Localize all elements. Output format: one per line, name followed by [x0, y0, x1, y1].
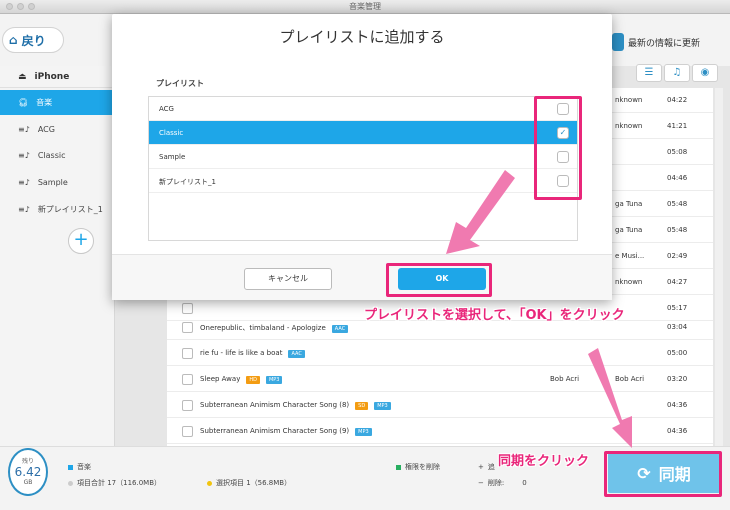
annotation-arrows	[446, 170, 632, 448]
arrow-to-ok	[446, 170, 515, 254]
arrow-to-sync	[588, 348, 632, 448]
annotation-note-sync: 同期をクリック	[498, 454, 590, 469]
annotation-note-select: プレイリストを選択して、「OK」をクリック	[364, 308, 625, 323]
